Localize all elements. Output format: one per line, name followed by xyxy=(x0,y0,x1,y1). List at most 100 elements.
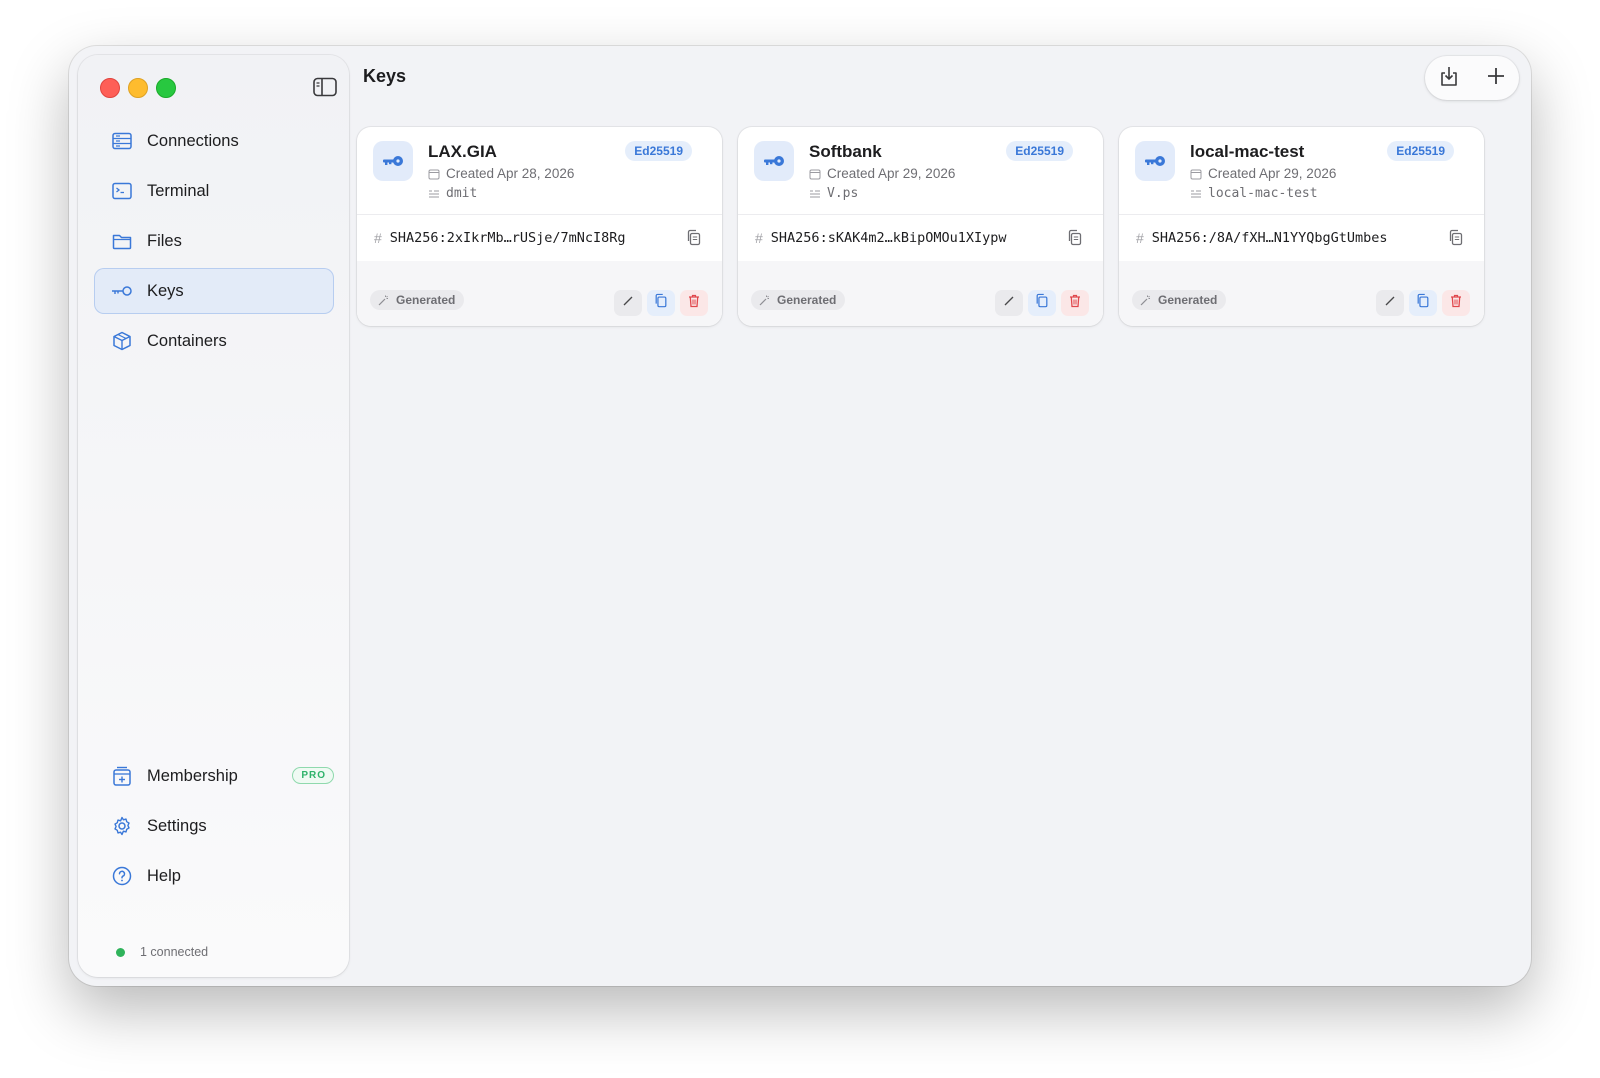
pencil-icon xyxy=(622,294,634,312)
page-title: Keys xyxy=(363,66,407,86)
key-actions xyxy=(614,290,708,316)
origin-label: Generated xyxy=(1158,293,1218,307)
server-icon xyxy=(111,130,133,152)
sidebar-bottom-nav: Membership PRO Settings Help xyxy=(78,753,349,903)
edit-key-button[interactable] xyxy=(1376,290,1404,316)
trash-icon xyxy=(688,294,700,313)
gear-icon xyxy=(111,815,133,837)
import-key-button[interactable] xyxy=(1434,63,1464,93)
created-date-row: Created Apr 29, 2026 xyxy=(1190,166,1336,181)
folder-icon xyxy=(111,230,133,252)
sidebar-item-files[interactable]: Files xyxy=(94,218,334,264)
magic-wand-icon xyxy=(1140,294,1152,306)
fingerprint: SHA256:/8A/fXH…N1YYQbgGtUmbes xyxy=(1151,230,1388,246)
add-key-button[interactable] xyxy=(1481,63,1511,93)
sidebar-item-label: Membership xyxy=(147,766,238,785)
fingerprint-row: # SHA256:2xIkrMb…rUSje/7mNcI8Rg xyxy=(357,214,722,262)
close-window-button[interactable] xyxy=(100,78,120,98)
plus-icon xyxy=(1487,67,1505,90)
connection-status: 1 connected xyxy=(116,945,208,959)
pencil-icon xyxy=(1003,294,1015,312)
magic-wand-icon xyxy=(378,294,390,306)
app-window: Connections Terminal Files Keys Containe… xyxy=(69,46,1531,986)
delete-key-button[interactable] xyxy=(1061,290,1089,316)
comment-icon xyxy=(809,188,821,200)
key-name: LAX.GIA xyxy=(428,142,497,161)
copy-fingerprint-icon[interactable] xyxy=(686,229,702,247)
fingerprint-row: # SHA256:sKAK4m2…kBipOMOu1XIypw xyxy=(738,214,1103,262)
key-actions xyxy=(995,290,1089,316)
sidebar-toggle-icon[interactable] xyxy=(313,77,337,97)
copy-fingerprint-icon[interactable] xyxy=(1448,229,1464,247)
copy-key-button[interactable] xyxy=(1028,290,1056,316)
calendar-icon xyxy=(809,168,821,180)
delete-key-button[interactable] xyxy=(680,290,708,316)
origin-label: Generated xyxy=(777,293,837,307)
magic-wand-icon xyxy=(759,294,771,306)
key-card[interactable]: local-mac-test Ed25519 Created Apr 29, 2… xyxy=(1119,127,1484,326)
key-icon xyxy=(1135,141,1175,181)
edit-key-button[interactable] xyxy=(995,290,1023,316)
key-name: Softbank xyxy=(809,142,882,161)
fingerprint-row: # SHA256:/8A/fXH…N1YYQbgGtUmbes xyxy=(1119,214,1484,262)
delete-key-button[interactable] xyxy=(1442,290,1470,316)
toolbar xyxy=(1425,56,1519,100)
calendar-icon xyxy=(428,168,440,180)
import-icon xyxy=(1439,65,1459,92)
key-icon xyxy=(111,280,133,302)
copy-key-button[interactable] xyxy=(1409,290,1437,316)
status-dot xyxy=(116,947,125,957)
copy-fingerprint-icon[interactable] xyxy=(1067,229,1083,247)
copy-icon xyxy=(654,293,668,314)
comment-row: local-mac-test xyxy=(1190,186,1318,201)
copy-icon xyxy=(1416,293,1430,314)
origin-badge: Generated xyxy=(370,290,465,310)
pro-badge: PRO xyxy=(292,767,334,784)
terminal-icon xyxy=(111,180,133,202)
algorithm-badge: Ed25519 xyxy=(625,141,692,161)
origin-label: Generated xyxy=(396,293,456,307)
hash-icon: # xyxy=(755,230,763,246)
copy-key-button[interactable] xyxy=(647,290,675,316)
created-date-row: Created Apr 28, 2026 xyxy=(428,166,574,181)
fingerprint: SHA256:2xIkrMb…rUSje/7mNcI8Rg xyxy=(389,230,626,246)
sidebar-item-label: Settings xyxy=(147,816,207,835)
sidebar-item-label: Files xyxy=(147,231,182,250)
created-date-row: Created Apr 29, 2026 xyxy=(809,166,955,181)
help-icon xyxy=(111,865,133,887)
cube-icon xyxy=(111,330,133,352)
sidebar-item-terminal[interactable]: Terminal xyxy=(94,168,334,214)
sidebar-item-label: Keys xyxy=(147,281,184,300)
sidebar-item-membership[interactable]: Membership PRO xyxy=(94,753,334,799)
key-actions xyxy=(1376,290,1470,316)
sidebar-item-connections[interactable]: Connections xyxy=(94,118,334,164)
key-card-footer: Generated xyxy=(1119,261,1484,326)
zoom-window-button[interactable] xyxy=(156,78,176,98)
sidebar-item-label: Containers xyxy=(147,331,227,350)
pencil-icon xyxy=(1384,294,1396,312)
key-comment: V.ps xyxy=(827,186,859,201)
key-card[interactable]: LAX.GIA Ed25519 Created Apr 28, 2026 dmi… xyxy=(357,127,722,326)
key-card[interactable]: Softbank Ed25519 Created Apr 29, 2026 V.… xyxy=(738,127,1103,326)
sidebar-item-label: Connections xyxy=(147,131,239,150)
sidebar-item-keys[interactable]: Keys xyxy=(94,268,334,314)
fingerprint: SHA256:sKAK4m2…kBipOMOu1XIypw xyxy=(770,230,1007,246)
sidebar: Connections Terminal Files Keys Containe… xyxy=(78,55,349,977)
comment-icon xyxy=(428,188,440,200)
key-card-header: local-mac-test Ed25519 Created Apr 29, 2… xyxy=(1119,127,1484,214)
edit-key-button[interactable] xyxy=(614,290,642,316)
sidebar-item-settings[interactable]: Settings xyxy=(94,803,334,849)
minimize-window-button[interactable] xyxy=(128,78,148,98)
created-date: Created Apr 29, 2026 xyxy=(827,166,956,181)
key-comment: dmit xyxy=(446,186,478,201)
algorithm-badge: Ed25519 xyxy=(1006,141,1073,161)
trash-icon xyxy=(1450,294,1462,313)
sidebar-item-label: Terminal xyxy=(147,181,210,200)
hash-icon: # xyxy=(374,230,382,246)
key-card-header: Softbank Ed25519 Created Apr 29, 2026 V.… xyxy=(738,127,1103,214)
key-name: local-mac-test xyxy=(1190,142,1305,161)
origin-badge: Generated xyxy=(751,290,846,310)
key-card-footer: Generated xyxy=(357,261,722,326)
sidebar-item-help[interactable]: Help xyxy=(94,853,334,899)
sidebar-item-containers[interactable]: Containers xyxy=(94,318,334,364)
